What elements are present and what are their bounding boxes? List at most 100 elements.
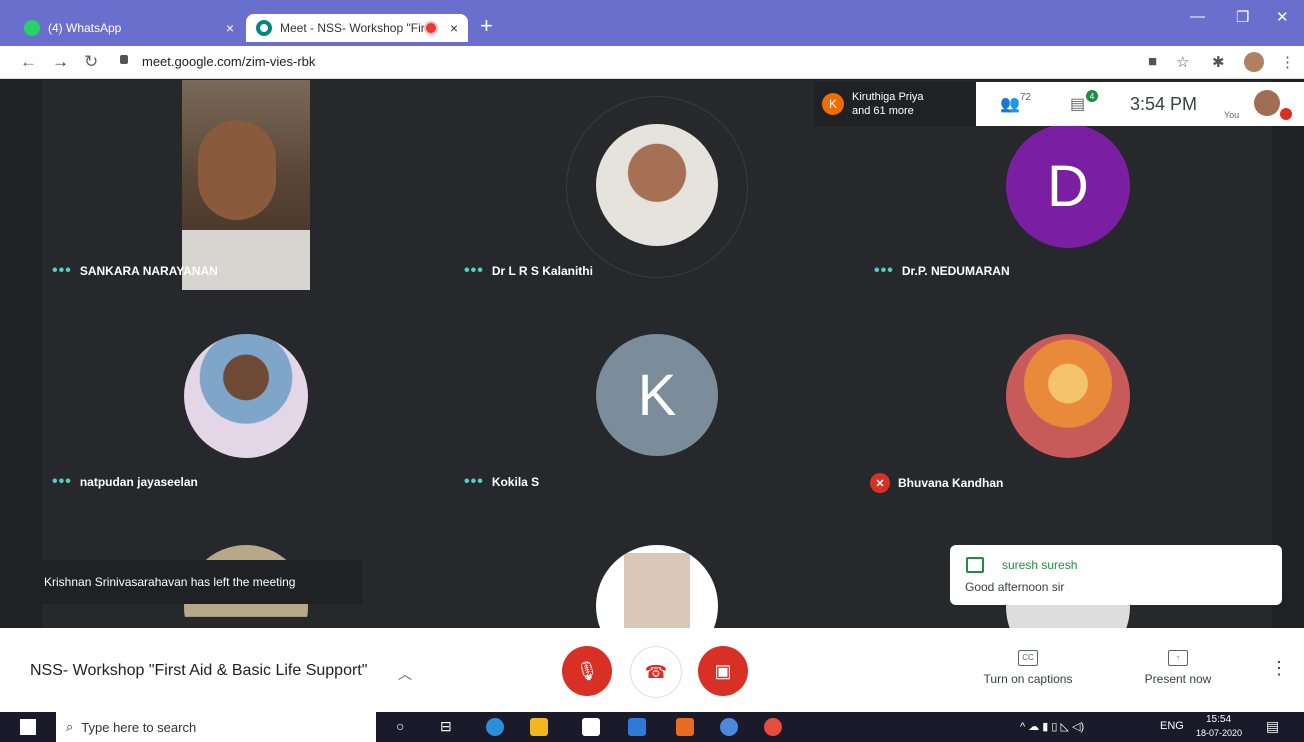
participant-avatar xyxy=(1006,334,1130,458)
audio-activity-icon: ••• xyxy=(464,262,484,279)
present-label: Present now xyxy=(1144,672,1212,686)
participant-count: 72 xyxy=(1020,92,1032,103)
meeting-control-bar: NSS- Workshop "First Aid & Basic Life Su… xyxy=(0,628,1304,712)
participant-avatar xyxy=(596,124,718,246)
mic-off-icon: 🎙 xyxy=(575,660,599,681)
leave-call-button[interactable]: ☎ xyxy=(630,646,682,698)
name-label: Kokila S xyxy=(491,475,540,489)
tab-whatsapp[interactable]: (4) WhatsApp × xyxy=(14,14,244,42)
tab-meet[interactable]: Meet - NSS- Workshop "Firs × xyxy=(246,14,468,42)
participant-name: ••• Kokila S xyxy=(464,473,539,491)
name-label: SANKARA NARAYANAN xyxy=(79,264,218,278)
minimize-icon[interactable]: — xyxy=(1190,8,1205,25)
more-options-icon[interactable]: ⋮ xyxy=(1270,658,1288,679)
chat-notification[interactable]: suresh suresh Good afternoon sir xyxy=(950,545,1282,605)
back-icon[interactable]: ← xyxy=(20,52,37,72)
self-mic-off-icon xyxy=(1280,108,1292,120)
forward-icon[interactable]: → xyxy=(52,52,69,72)
new-tab-button[interactable]: + xyxy=(480,14,493,38)
camera-icon[interactable]: ■ xyxy=(1148,53,1157,70)
chat-badge: 4 xyxy=(1086,90,1098,102)
extensions-icon[interactable]: ✱ xyxy=(1212,53,1225,71)
captions-icon: CC xyxy=(1018,650,1038,666)
participant-avatar: D xyxy=(1006,124,1130,248)
participant-name: ••• natpudan jayaseelan xyxy=(52,473,198,491)
audio-activity-icon: ••• xyxy=(52,262,72,279)
name-label: natpudan jayaseelan xyxy=(79,475,198,489)
tray-icons[interactable]: ^ ☁ ▮ ▯ ◺ ◁) xyxy=(1020,720,1084,733)
close-tab-icon[interactable]: × xyxy=(450,20,458,36)
address-bar: ← → ↻ meet.google.com/zim-vies-rbk ■ ☆ ✱… xyxy=(0,46,1304,79)
chrome-profile-icon[interactable] xyxy=(764,718,782,736)
search-placeholder: Type here to search xyxy=(81,719,197,735)
meeting-info-bar: 👥 72 ▤ 4 3:54 PM You xyxy=(976,82,1304,126)
participant-name: ••• Dr.P. NEDUMARAN xyxy=(874,262,1010,280)
chat-icon[interactable]: ▤ xyxy=(1070,94,1085,114)
present-button[interactable]: ↑ Present now xyxy=(1136,650,1220,686)
chat-message: Good afternoon sir xyxy=(965,580,1065,594)
mic-toggle-button[interactable]: 🎙 xyxy=(562,646,612,696)
url-field[interactable]: meet.google.com/zim-vies-rbk xyxy=(142,54,315,69)
camera-off-icon: ▣ xyxy=(714,660,732,681)
self-avatar[interactable] xyxy=(1254,90,1280,116)
participant-name: ••• SANKARA NARAYANAN xyxy=(52,262,218,280)
camera-toggle-button[interactable]: ▣ xyxy=(698,646,748,696)
store-icon[interactable] xyxy=(582,718,600,736)
participant-name: ••• Dr L R S Kalanithi xyxy=(464,262,593,280)
hang-up-icon: ☎ xyxy=(644,661,668,682)
clock-date: 18-07-2020 xyxy=(1196,728,1243,738)
joined-avatar: K xyxy=(822,93,844,115)
close-tab-icon[interactable]: × xyxy=(226,20,234,36)
chevron-up-icon[interactable]: ︿ xyxy=(398,664,412,684)
joined-name: Kiruthiga Priya xyxy=(852,91,924,103)
audio-activity-icon: ••• xyxy=(874,262,894,279)
you-label: You xyxy=(1224,110,1240,120)
edge-icon[interactable] xyxy=(486,718,504,736)
participant-name: ✕ Bhuvana Kandhan xyxy=(870,473,1003,493)
participant-avatar: K xyxy=(596,334,718,456)
reload-icon[interactable]: ↻ xyxy=(84,52,98,72)
mic-off-icon: ✕ xyxy=(870,473,890,493)
people-icon[interactable]: 👥 xyxy=(1000,94,1020,114)
language-indicator[interactable]: ENG xyxy=(1160,720,1184,732)
clock-time: 15:54 xyxy=(1206,714,1232,725)
chat-sender: suresh suresh xyxy=(1002,558,1078,572)
cortana-icon[interactable]: ○ xyxy=(396,718,404,734)
audio-activity-icon: ••• xyxy=(52,473,72,490)
participant-video xyxy=(182,80,310,290)
meeting-clock: 3:54 PM xyxy=(1130,94,1198,114)
media-player-icon[interactable] xyxy=(676,718,694,736)
windows-taskbar: ⌕ Type here to search ○ ⊟ ^ ☁ ▮ ▯ ◺ ◁) E… xyxy=(0,712,1304,742)
name-label: Bhuvana Kandhan xyxy=(898,476,1004,490)
search-icon: ⌕ xyxy=(66,719,74,734)
bookmark-star-icon[interactable]: ☆ xyxy=(1176,53,1189,71)
meet-icon xyxy=(256,20,272,36)
recording-icon xyxy=(423,21,438,35)
mail-icon[interactable] xyxy=(628,718,646,736)
maximize-icon[interactable]: ❐ xyxy=(1236,8,1249,26)
chrome-icon[interactable] xyxy=(720,718,738,736)
tab-label: Meet - NSS- Workshop "Firs xyxy=(280,21,424,35)
name-label: Dr.P. NEDUMARAN xyxy=(901,264,1010,278)
audio-activity-icon: ••• xyxy=(464,473,484,490)
menu-kebab-icon[interactable]: ⋮ xyxy=(1280,53,1295,71)
browser-tab-bar: (4) WhatsApp × Meet - NSS- Workshop "Fir… xyxy=(0,0,1304,46)
captions-button[interactable]: CC Turn on captions xyxy=(976,650,1080,686)
captions-label: Turn on captions xyxy=(983,672,1073,686)
lock-icon xyxy=(120,55,128,64)
left-meeting-toast: Krishnan Srinivasarahavan has left the m… xyxy=(30,560,362,604)
file-explorer-icon[interactable] xyxy=(530,718,548,736)
tab-label: (4) WhatsApp xyxy=(48,21,122,35)
recently-joined-notice[interactable]: K Kiruthiga Priya and 61 more xyxy=(814,82,976,126)
task-view-icon[interactable]: ⊟ xyxy=(440,718,452,735)
taskbar-search[interactable]: ⌕ Type here to search xyxy=(56,712,376,742)
close-window-icon[interactable]: ✕ xyxy=(1276,8,1289,26)
meeting-title[interactable]: NSS- Workshop "First Aid & Basic Life Su… xyxy=(30,662,367,680)
whatsapp-icon xyxy=(24,20,40,36)
present-icon: ↑ xyxy=(1168,650,1188,666)
notifications-icon[interactable]: ▤ xyxy=(1266,718,1279,735)
chat-icon xyxy=(966,557,984,573)
profile-avatar[interactable] xyxy=(1244,52,1264,72)
name-label: Dr L R S Kalanithi xyxy=(491,264,593,278)
windows-start-icon[interactable] xyxy=(20,719,36,735)
